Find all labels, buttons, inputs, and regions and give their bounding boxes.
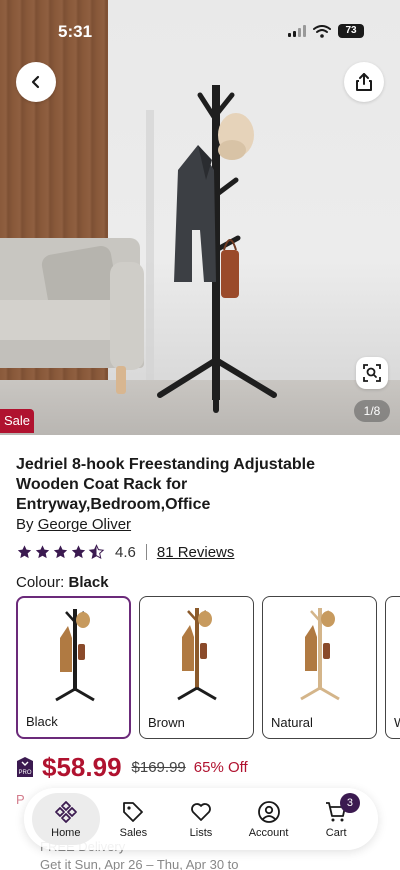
pro-badge-icon: PRO — [17, 757, 33, 777]
visual-search-button[interactable] — [356, 357, 388, 389]
cart-count-badge: 3 — [339, 793, 360, 813]
swatch-thumbnail — [300, 608, 340, 701]
sale-badge: Sale — [0, 409, 34, 433]
swatch-label: Brown — [148, 715, 185, 730]
swatch-natural[interactable]: Natural — [262, 596, 377, 739]
status-bar: 5:31 73 — [0, 0, 400, 60]
swatch-brown[interactable]: Brown — [139, 596, 254, 739]
nav-sales[interactable]: Sales — [100, 793, 168, 845]
star-full-icon — [71, 545, 86, 559]
nav-label: Cart — [325, 826, 347, 839]
reviews-link[interactable]: 81 Reviews — [157, 544, 235, 561]
sale-price: $58.99 — [42, 751, 122, 782]
share-button[interactable] — [344, 62, 384, 102]
rating-divider — [145, 544, 147, 560]
swatch-label: W — [394, 715, 400, 730]
swatch-thumbnail — [55, 609, 95, 702]
colour-label-text: Colour: — [16, 574, 65, 591]
share-icon — [356, 73, 372, 91]
product-image-gallery[interactable]: 5:31 73 1/8 Sale — [0, 0, 400, 435]
heart-icon — [191, 802, 211, 821]
swatch-black[interactable]: Black — [16, 596, 131, 739]
status-icons: 73 — [288, 24, 364, 38]
svg-text:PRO: PRO — [18, 770, 31, 776]
colour-swatches: Black Brown Natural W — [16, 596, 400, 739]
price-row: PRO $58.99 $169.99 65% Off — [16, 750, 248, 784]
nav-account[interactable]: Account — [235, 793, 303, 845]
discount-label: 65% Off — [193, 758, 248, 776]
promo-text: P — [16, 792, 25, 807]
battery-icon: 73 — [338, 24, 364, 38]
nav-label: Home — [51, 826, 81, 839]
account-icon — [257, 800, 280, 823]
swatch-white[interactable]: W — [385, 596, 400, 739]
rating-row: 4.6 81 Reviews — [16, 541, 234, 563]
star-full-icon — [35, 545, 50, 559]
rating-stars — [16, 544, 105, 560]
tag-icon — [123, 801, 144, 822]
nav-home[interactable]: Home — [32, 793, 100, 845]
swatch-thumbnail — [177, 608, 217, 701]
by-prefix: By — [16, 516, 34, 533]
original-price: $169.99 — [131, 758, 186, 776]
image-counter: 1/8 — [354, 400, 390, 422]
star-half-icon — [88, 544, 105, 560]
chevron-left-icon — [31, 75, 40, 89]
visual-search-icon — [363, 364, 381, 382]
nav-lists[interactable]: Lists — [167, 793, 235, 845]
back-button[interactable] — [16, 62, 56, 102]
product-title: Jedriel 8-hook Freestanding Adjustable W… — [16, 456, 316, 513]
coat-rack-image — [146, 85, 277, 413]
cellular-signal-icon — [288, 25, 306, 37]
selected-colour: Black — [68, 574, 109, 591]
byline: By George Oliver — [16, 516, 131, 533]
brand-link[interactable]: George Oliver — [38, 516, 131, 533]
home-icon — [54, 800, 77, 823]
wifi-icon — [313, 24, 331, 38]
status-time: 5:31 — [58, 22, 93, 41]
nav-label: Account — [248, 826, 289, 839]
swatch-label: Natural — [271, 715, 313, 730]
bottom-navigation: Home Sales Lists Account Cart 3 — [24, 788, 378, 850]
nav-label: Sales — [119, 826, 148, 839]
swatch-label: Black — [26, 714, 58, 729]
nav-cart[interactable]: Cart 3 — [302, 793, 370, 845]
nav-label: Lists — [189, 826, 213, 839]
star-full-icon — [53, 545, 68, 559]
rating-value: 4.6 — [115, 543, 136, 561]
star-full-icon — [17, 545, 32, 559]
colour-label: Colour: Black — [16, 574, 109, 591]
delivery-line: Get it Sun, Apr 26 – Thu, Apr 30 to — [40, 857, 239, 870]
